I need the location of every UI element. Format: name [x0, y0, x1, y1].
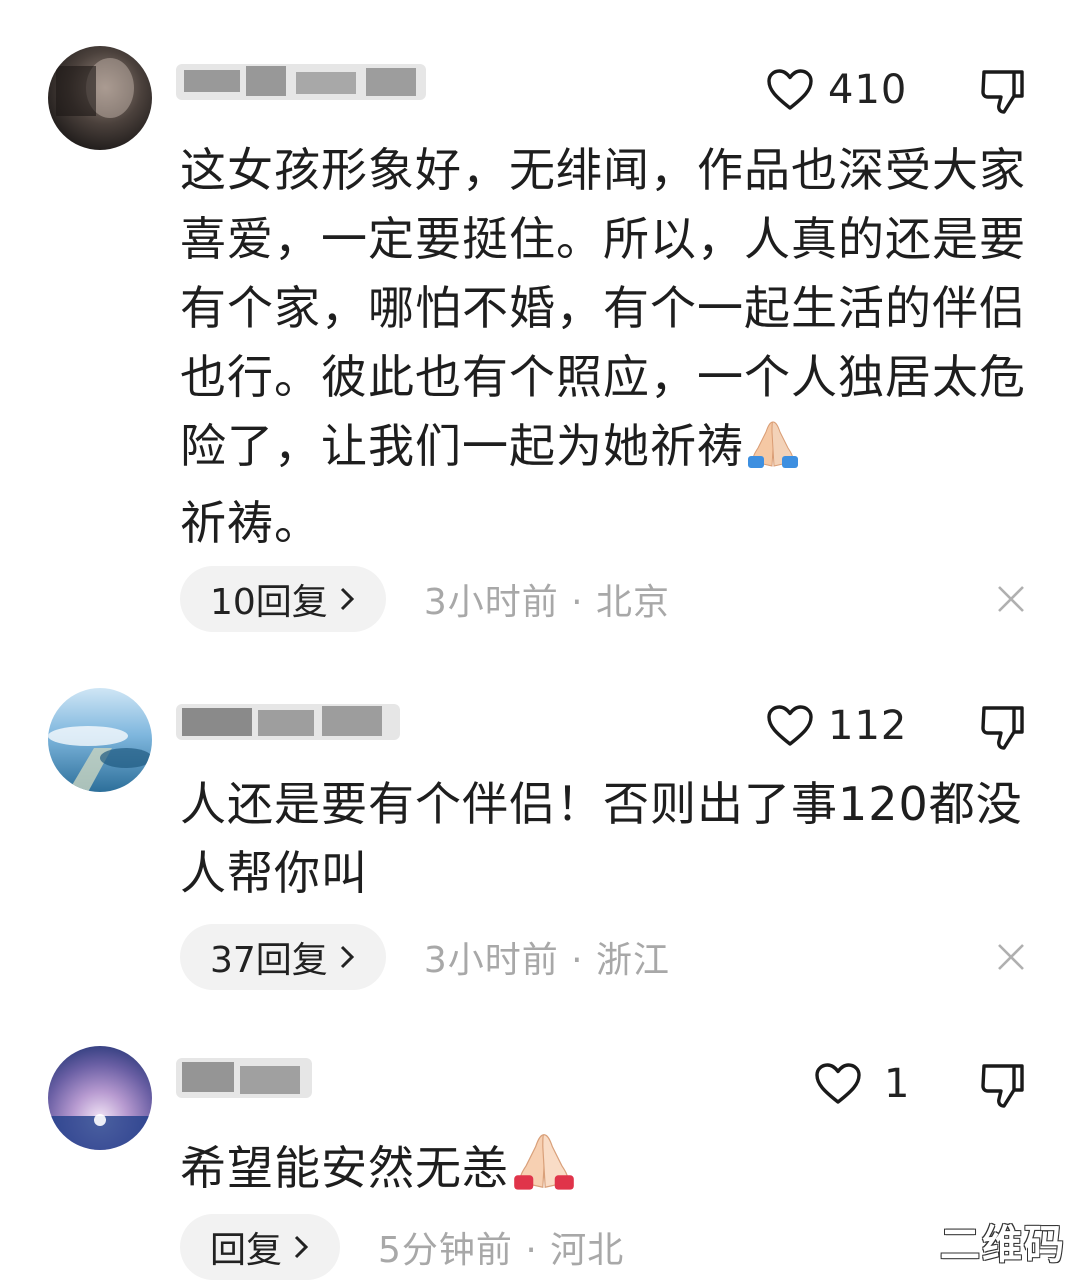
comment-item: 1 希望能安然无恙 回复 5分钟前 · 河北 [0, 0, 1080, 1284]
folded-hands-emoji [509, 1130, 579, 1211]
view-replies-button[interactable]: 回复 [180, 1214, 341, 1280]
like-count: 1 [884, 1061, 911, 1107]
like-button[interactable]: 1 [814, 1054, 910, 1114]
avatar[interactable] [48, 1046, 152, 1150]
reply-count-label: 回复 [210, 1230, 283, 1271]
heart-outline-icon [814, 1062, 862, 1106]
comment-meta: 回复 5分钟前 · 河北 [180, 1214, 624, 1280]
thumbs-down-icon [978, 1060, 1028, 1110]
comment-text: 希望能安然无恙 [180, 1130, 1040, 1211]
watermark: 二维码 [940, 1222, 1066, 1268]
username-blurred[interactable] [176, 1052, 316, 1104]
chevron-right-icon [294, 1235, 309, 1259]
time-location: 5分钟前 · 河北 [378, 1230, 625, 1271]
dislike-button[interactable] [978, 1060, 1028, 1110]
